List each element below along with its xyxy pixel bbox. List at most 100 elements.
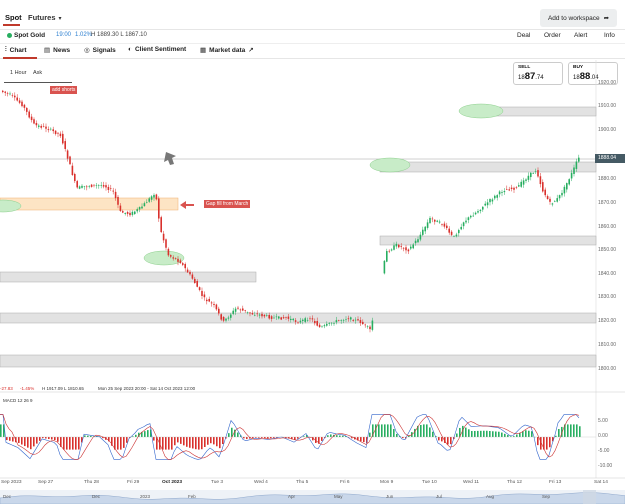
macd-histogram-bar: [432, 431, 434, 437]
add-shorts-note[interactable]: add shorts: [50, 86, 78, 94]
macd-histogram-bar: [69, 437, 71, 450]
support-zone-1855[interactable]: [379, 235, 597, 246]
candle-body: [38, 125, 40, 127]
macd-histogram-bar: [126, 437, 128, 443]
candle-body: [362, 321, 364, 325]
candle-body: [534, 171, 537, 173]
candle-body: [9, 93, 11, 95]
current-price-label: 1888.04: [595, 154, 625, 163]
navigator-tick: Feb: [188, 494, 196, 499]
candle-body: [501, 192, 503, 193]
candle-body: [66, 150, 69, 159]
candle-body: [86, 186, 88, 188]
candle-body: [503, 191, 506, 193]
highlight-ellipse[interactable]: [458, 103, 504, 119]
time-tick: Sat 14: [594, 480, 608, 485]
candle-body: [71, 165, 74, 175]
candle-body: [64, 141, 66, 149]
candle-body: [150, 196, 153, 200]
time-tick: Thu 5: [296, 480, 309, 485]
candle-body: [52, 129, 54, 132]
candle-body: [484, 203, 486, 206]
zone-1840[interactable]: [0, 271, 257, 283]
gap-fill-note[interactable]: Gap fill from March: [204, 200, 251, 208]
resistance-zone-1885[interactable]: [379, 161, 597, 173]
navigator-handle[interactable]: [583, 490, 596, 504]
candle-body: [539, 176, 542, 185]
candle-body: [194, 278, 196, 284]
macd-histogram-bar: [438, 437, 440, 441]
candle-body: [285, 317, 287, 318]
candle-body: [333, 323, 335, 324]
candle-body: [522, 180, 525, 185]
macd-histogram-bar: [528, 430, 530, 437]
candle-body: [510, 187, 513, 189]
candle-body: [254, 314, 256, 316]
candle-body: [578, 157, 580, 162]
candle-body: [251, 313, 254, 315]
price-chart[interactable]: [0, 0, 625, 504]
time-tick: Sep 27: [38, 480, 54, 485]
macd-histogram-bar: [336, 435, 338, 437]
candle-body: [494, 195, 496, 199]
macd-histogram-bar: [78, 437, 80, 450]
resistance-zone-1910[interactable]: [494, 106, 597, 117]
macd-label[interactable]: MACD 12 26 9: [3, 398, 33, 403]
macd-histogram-bar: [57, 437, 59, 442]
macd-histogram-bar: [237, 432, 239, 437]
candle-body: [88, 186, 90, 187]
candle-body: [201, 290, 203, 296]
candle-body: [30, 116, 33, 121]
macd-histogram-bar: [33, 437, 35, 447]
candle-body: [218, 308, 220, 314]
candle-body: [402, 247, 405, 249]
candle-body: [299, 320, 302, 323]
candle-body: [4, 91, 6, 93]
macd-histogram-bar: [447, 437, 449, 445]
candle-body: [412, 244, 414, 249]
candle-body: [294, 320, 297, 322]
macd-histogram-bar: [321, 437, 323, 441]
candle-body: [386, 251, 388, 262]
gap-fill-zone[interactable]: [0, 197, 179, 211]
time-tick: Fri 6: [340, 480, 350, 485]
candle-body: [491, 199, 494, 202]
macd-histogram-bar: [222, 437, 224, 445]
macd-histogram-bar: [0, 424, 2, 437]
macd-histogram-bar: [327, 435, 329, 437]
candle-body: [182, 263, 184, 265]
candle-body: [438, 221, 441, 223]
price-tick: 1820.00: [598, 318, 617, 324]
price-tick: 1920.00: [598, 80, 617, 86]
candle-body: [239, 309, 242, 311]
period-change: -27.83: [0, 386, 13, 391]
candle-body: [568, 179, 570, 185]
navigator-tick: Aug: [486, 494, 495, 499]
candle-body: [335, 320, 338, 323]
zone-1805[interactable]: [0, 354, 597, 368]
candle-body: [292, 318, 294, 321]
macd-tick: -5.00: [598, 448, 610, 454]
period-high-low: H 1917.09 L 1810.65: [42, 386, 84, 391]
candle-body: [395, 243, 398, 247]
candle-body: [244, 310, 246, 312]
candle-body: [136, 209, 138, 212]
candle-body: [400, 246, 402, 247]
candle-body: [198, 287, 201, 290]
candle-body: [309, 318, 311, 320]
macd-indicator: [0, 414, 596, 460]
candle-body: [453, 235, 455, 237]
candle-body: [6, 93, 9, 94]
macd-histogram-bar: [426, 424, 428, 437]
candle-body: [153, 194, 155, 198]
candle-body: [369, 326, 371, 330]
candle-body: [59, 133, 62, 137]
highlight-ellipse[interactable]: [369, 157, 411, 173]
price-tick: 1830.00: [598, 294, 617, 300]
candle-body: [268, 314, 270, 319]
macd-histogram-bar: [468, 429, 470, 437]
candle-body: [237, 307, 239, 309]
candle-body: [474, 212, 477, 215]
navigator-tick: Jun: [386, 494, 394, 499]
macd-histogram-bar: [498, 431, 500, 437]
